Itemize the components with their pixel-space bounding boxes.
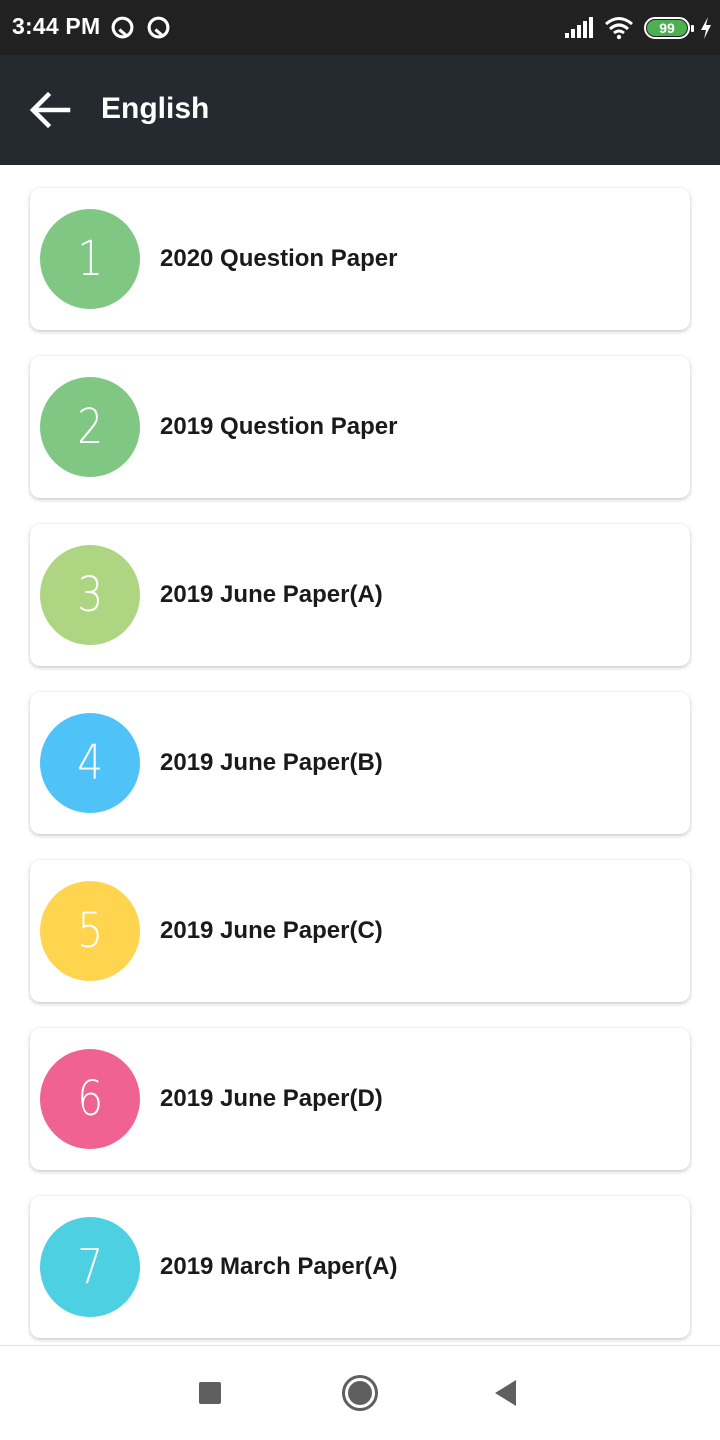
paper-number-badge: 7 — [40, 1217, 140, 1317]
paper-title: 2019 March Paper(A) — [160, 1253, 398, 1280]
paper-card[interactable]: 4 2019 June Paper(B) — [30, 692, 690, 834]
home-button[interactable] — [335, 1368, 385, 1418]
app-bar: English — [0, 55, 720, 165]
paper-title: 2019 June Paper(D) — [160, 1085, 383, 1112]
paper-title: 2020 Question Paper — [160, 245, 398, 272]
battery-level: 99 — [659, 20, 675, 36]
paper-number-badge: 4 — [40, 713, 140, 813]
system-icons: 99 — [564, 14, 712, 42]
signal-icon — [565, 17, 593, 38]
nav-back-button[interactable] — [482, 1368, 532, 1418]
status-bar: 3:44 PM 99 — [0, 0, 720, 55]
arrow-left-icon — [29, 91, 71, 129]
vpn-q-icon — [147, 16, 170, 39]
paper-card[interactable]: 5 2019 June Paper(C) — [30, 860, 690, 1002]
paper-card[interactable]: 6 2019 June Paper(D) — [30, 1028, 690, 1170]
paper-number-badge: 6 — [40, 1049, 140, 1149]
paper-number-badge: 2 — [40, 377, 140, 477]
status-time: 3:44 PM — [12, 13, 101, 39]
wifi-icon — [605, 17, 633, 40]
paper-card[interactable]: 3 2019 June Paper(A) — [30, 524, 690, 666]
page-title: English — [101, 92, 210, 125]
system-nav-bar — [0, 1345, 720, 1440]
paper-title: 2019 Question Paper — [160, 413, 398, 440]
paper-card[interactable]: 7 2019 March Paper(A) — [30, 1196, 690, 1338]
paper-number-badge: 1 — [40, 209, 140, 309]
paper-title: 2019 June Paper(B) — [160, 749, 383, 776]
circle-home-icon — [342, 1375, 378, 1411]
paper-card[interactable]: 2 2019 Question Paper — [30, 356, 690, 498]
paper-title: 2019 June Paper(C) — [160, 917, 383, 944]
square-icon — [199, 1382, 221, 1404]
recents-button[interactable] — [185, 1368, 235, 1418]
paper-number-badge: 3 — [40, 545, 140, 645]
battery-indicator: 99 — [644, 17, 694, 39]
paper-title: 2019 June Paper(A) — [160, 581, 383, 608]
triangle-back-icon — [495, 1380, 516, 1406]
paper-number-badge: 5 — [40, 881, 140, 981]
vpn-q-icon — [111, 16, 134, 39]
charging-icon — [701, 17, 711, 39]
paper-list[interactable]: 1 2020 Question Paper 2 2019 Question Pa… — [0, 165, 720, 1345]
paper-card[interactable]: 1 2020 Question Paper — [30, 188, 690, 330]
back-button[interactable] — [22, 85, 78, 135]
